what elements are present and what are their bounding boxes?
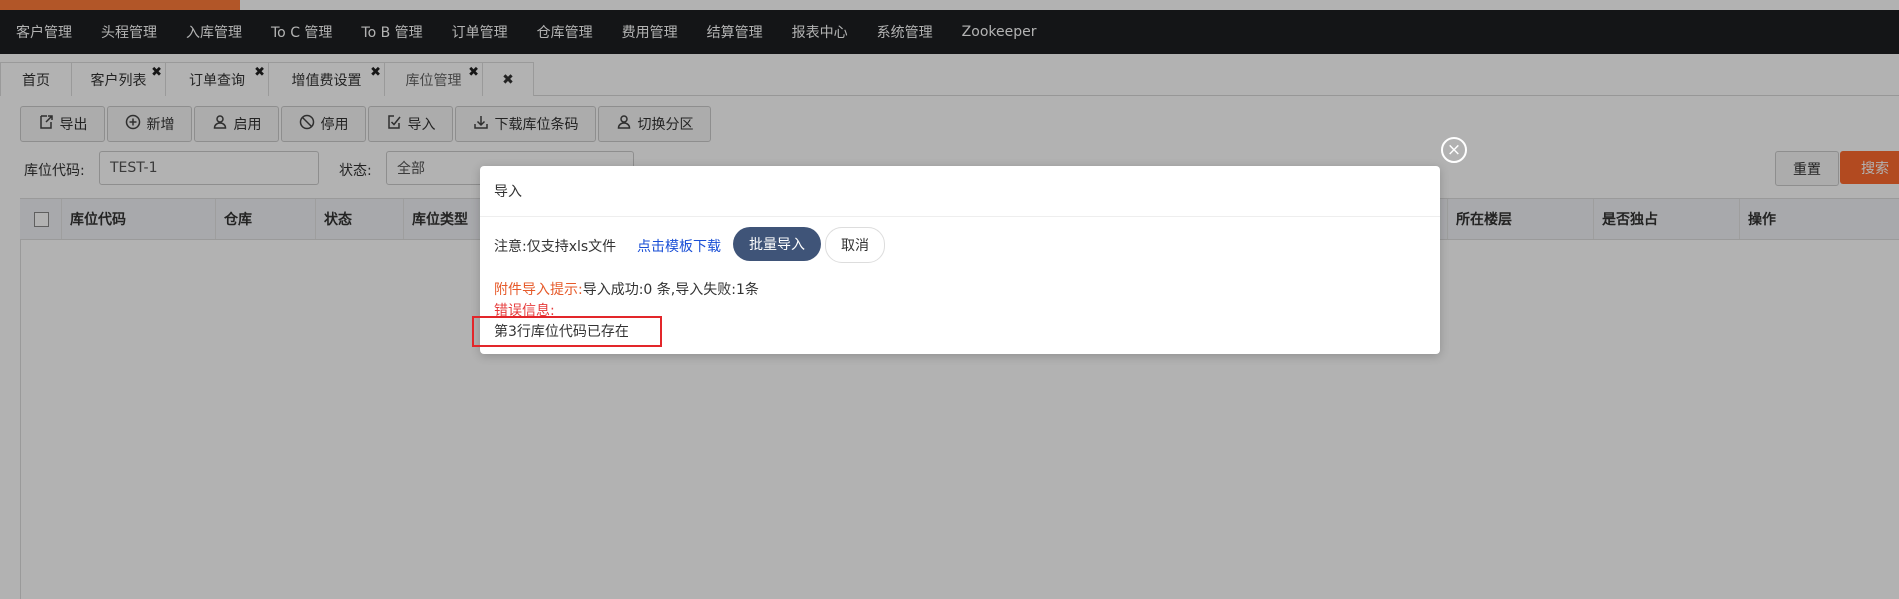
close-icon[interactable]: × xyxy=(1441,137,1467,163)
file-type-note: 注意:仅支持xls文件 xyxy=(494,239,617,255)
dialog-title: 导入 xyxy=(480,166,1440,217)
result-hint: 附件导入提示: xyxy=(494,282,583,298)
batch-import-button[interactable]: 批量导入 xyxy=(733,227,821,261)
cancel-button[interactable]: 取消 xyxy=(825,227,885,263)
result-message: 导入成功:0 条,导入失败:1条 xyxy=(582,282,759,298)
error-highlight-box xyxy=(472,316,662,347)
template-download-link[interactable]: 点击模板下载 xyxy=(637,236,721,256)
import-result: 附件导入提示:导入成功:0 条,导入失败:1条 xyxy=(494,279,759,299)
